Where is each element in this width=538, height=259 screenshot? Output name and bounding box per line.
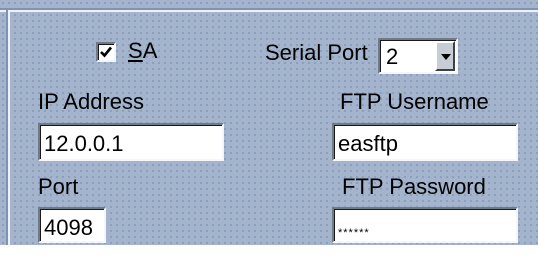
ftp-password-input[interactable]: ****** (332, 207, 518, 243)
sa-label-mnemonic: S (128, 38, 143, 63)
settings-panel: SA Serial Port 2 IP Address 12.0.0.1 FTP… (0, 0, 538, 245)
sa-checkbox[interactable] (96, 42, 116, 62)
chevron-down-icon (441, 54, 451, 60)
port-input[interactable]: 4098 (38, 207, 106, 243)
ip-address-label: IP Address (38, 89, 144, 114)
ip-address-input[interactable]: 12.0.0.1 (38, 123, 224, 161)
ftp-username-input[interactable]: easftp (332, 123, 518, 161)
serial-port-value: 2 (386, 44, 399, 69)
port-label: Port (38, 174, 79, 199)
frame-border-left-highlight (8, 10, 10, 245)
ftp-password-label: FTP Password (342, 174, 486, 199)
frame-border-top-highlight (0, 10, 538, 12)
sa-label-rest: A (142, 38, 158, 63)
serial-port-label: Serial Port (265, 40, 368, 65)
check-mark-icon (100, 46, 113, 58)
serial-port-select[interactable]: 2 (378, 38, 458, 74)
serial-port-dropdown-button[interactable] (435, 41, 455, 71)
ftp-username-label: FTP Username (340, 89, 489, 114)
sa-label[interactable]: SA (128, 38, 157, 64)
